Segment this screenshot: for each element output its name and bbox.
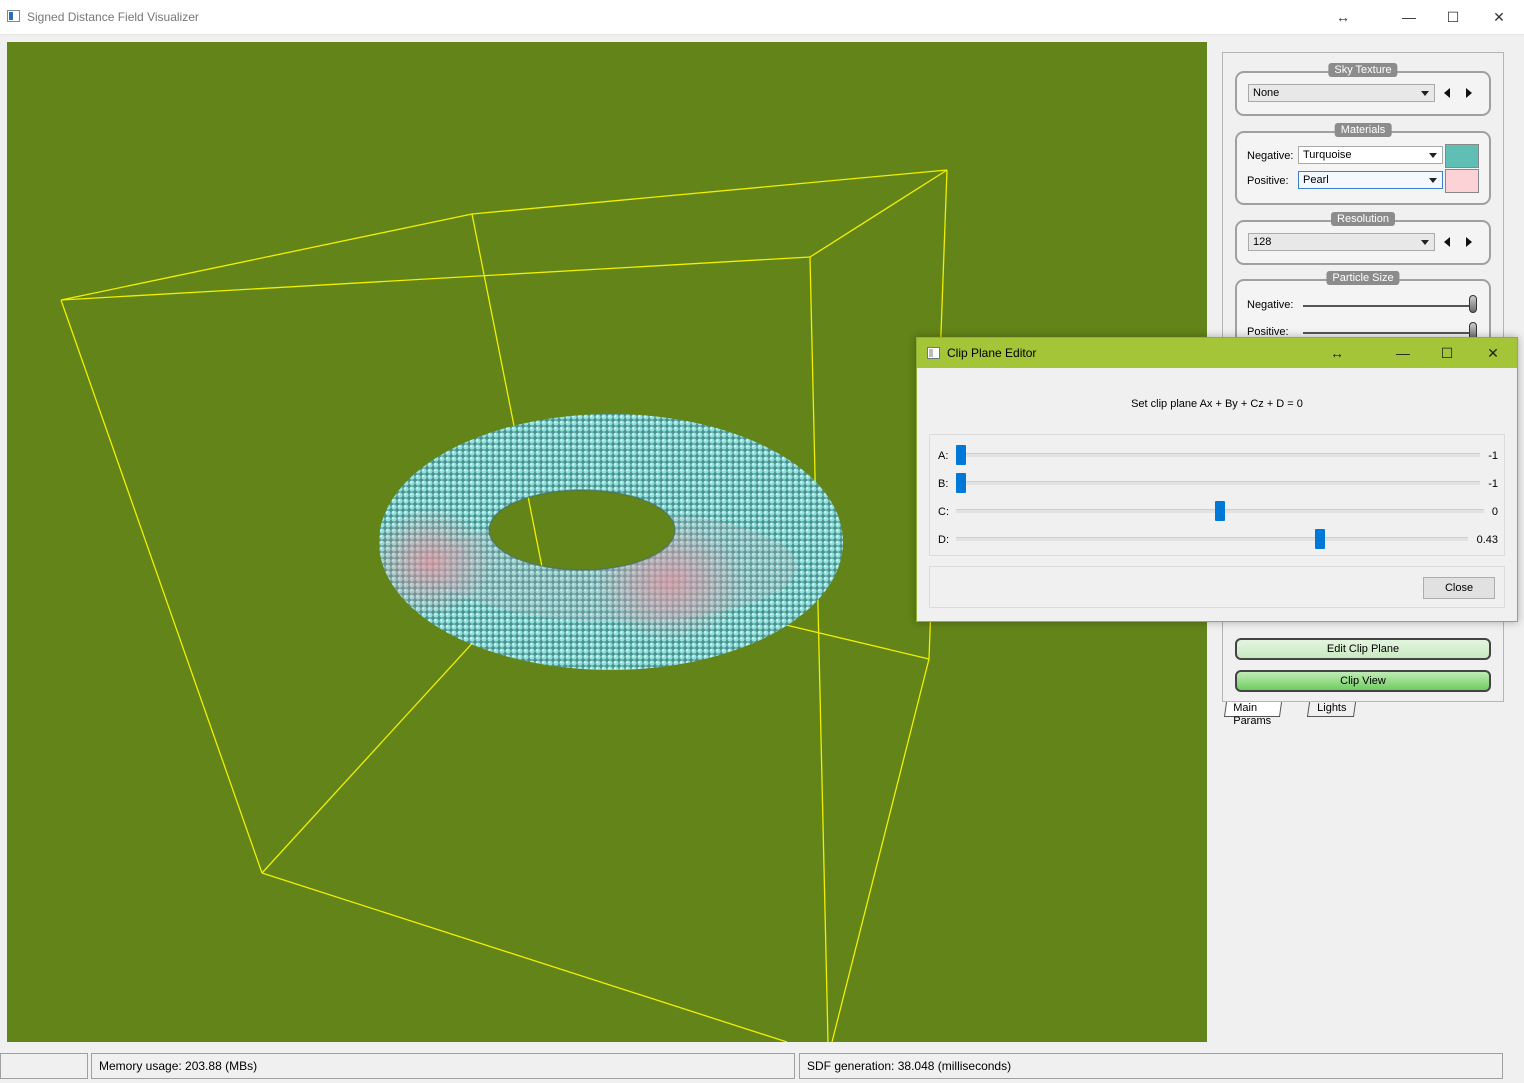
- tab-lights[interactable]: Lights: [1306, 702, 1357, 717]
- slider-b-track[interactable]: [956, 481, 1480, 485]
- slider-b-handle[interactable]: [956, 473, 966, 493]
- app-icon: [7, 10, 20, 22]
- resolution-next-button[interactable]: [1459, 233, 1479, 251]
- positive-color-swatch[interactable]: [1445, 169, 1479, 193]
- chevron-down-icon: [1421, 240, 1429, 245]
- negative-material-label: Negative:: [1247, 150, 1294, 162]
- close-button[interactable]: ✕: [1476, 0, 1522, 34]
- resolution-value: 128: [1253, 236, 1272, 248]
- dialog-close-button[interactable]: ✕: [1471, 338, 1515, 368]
- arrow-left-icon: [1444, 88, 1450, 98]
- particle-size-title: Particle Size: [1326, 271, 1400, 285]
- slider-d-label: D:: [938, 534, 949, 546]
- positive-size-track[interactable]: [1303, 332, 1473, 334]
- clip-plane-editor-dialog: Clip Plane Editor ↔ — ☐ ✕ Set clip plane…: [916, 337, 1518, 622]
- sky-texture-select[interactable]: None: [1248, 84, 1435, 102]
- negative-material-select[interactable]: Turquoise: [1298, 146, 1443, 164]
- resolution-title: Resolution: [1331, 212, 1395, 226]
- tab-main-params[interactable]: Main Params: [1223, 702, 1282, 727]
- materials-group: Materials Negative: Turquoise Positive: …: [1235, 123, 1491, 205]
- edit-clip-plane-button[interactable]: Edit Clip Plane: [1235, 638, 1491, 660]
- materials-title: Materials: [1334, 123, 1392, 137]
- sdf-generation-status: SDF generation: 38.048 (milliseconds): [799, 1053, 1503, 1079]
- sky-texture-value: None: [1253, 87, 1280, 99]
- arrow-left-icon: [1444, 237, 1450, 247]
- arrow-right-icon: [1466, 237, 1472, 247]
- dialog-minimize-button[interactable]: —: [1381, 338, 1425, 368]
- status-empty-field: [0, 1053, 88, 1079]
- negative-size-label: Negative:: [1247, 299, 1294, 311]
- negative-size-handle[interactable]: [1469, 295, 1477, 313]
- dialog-title: Clip Plane Editor: [947, 346, 1037, 360]
- sky-texture-next-button[interactable]: [1459, 84, 1479, 102]
- positive-material-value: Pearl: [1303, 174, 1329, 186]
- torus-particles: [367, 402, 857, 682]
- dialog-maximize-button[interactable]: ☐: [1425, 338, 1469, 368]
- close-button[interactable]: Close: [1423, 577, 1495, 599]
- slider-c-value: 0: [1491, 506, 1498, 518]
- minimize-button[interactable]: —: [1386, 0, 1432, 34]
- sky-texture-group: Sky Texture None: [1235, 63, 1491, 116]
- sky-texture-prev-button[interactable]: [1437, 84, 1457, 102]
- positive-material-select[interactable]: Pearl: [1298, 171, 1443, 189]
- coefficient-sliders: A: -1 B: -1 C: 0 D: 0.43: [929, 434, 1505, 556]
- resolution-prev-button[interactable]: [1437, 233, 1457, 251]
- slider-c-handle[interactable]: [1215, 501, 1225, 521]
- chevron-down-icon: [1429, 178, 1437, 183]
- dialog-icon: [927, 347, 940, 359]
- slider-b-value: -1: [1488, 478, 1498, 490]
- resize-icon[interactable]: ↔: [1315, 338, 1359, 368]
- slider-d-handle[interactable]: [1315, 529, 1325, 549]
- resolution-select[interactable]: 128: [1248, 233, 1435, 251]
- slider-a-track[interactable]: [956, 453, 1480, 457]
- slider-b-label: B:: [938, 478, 949, 490]
- dialog-title-bar: Clip Plane Editor ↔ — ☐ ✕: [917, 338, 1517, 368]
- dialog-button-area: Close: [929, 566, 1505, 608]
- resize-icon[interactable]: ↔: [1320, 0, 1366, 34]
- positive-material-label: Positive:: [1247, 175, 1289, 187]
- clip-view-button[interactable]: Clip View: [1235, 670, 1491, 692]
- slider-a-value: -1: [1488, 450, 1498, 462]
- arrow-right-icon: [1466, 88, 1472, 98]
- sky-texture-title: Sky Texture: [1328, 63, 1398, 77]
- slider-c-label: C:: [938, 506, 949, 518]
- chevron-down-icon: [1429, 153, 1437, 158]
- title-bar: Signed Distance Field Visualizer ↔ — ☐ ✕: [0, 0, 1524, 35]
- slider-d-value: 0.43: [1476, 534, 1498, 546]
- maximize-button[interactable]: ☐: [1430, 0, 1476, 34]
- slider-d-track[interactable]: [956, 537, 1468, 541]
- resolution-group: Resolution 128: [1235, 212, 1491, 265]
- negative-size-track[interactable]: [1303, 305, 1473, 307]
- slider-a-label: A:: [938, 450, 949, 462]
- chevron-down-icon: [1421, 91, 1429, 96]
- status-bar: Memory usage: 203.88 (MBs) SDF generatio…: [0, 1051, 1524, 1083]
- negative-material-value: Turquoise: [1303, 149, 1352, 161]
- negative-color-swatch[interactable]: [1445, 144, 1479, 168]
- slider-a-handle[interactable]: [956, 445, 966, 465]
- clip-plane-equation: Set clip plane Ax + By + Cz + D = 0: [1131, 398, 1303, 410]
- window-title: Signed Distance Field Visualizer: [27, 10, 199, 24]
- memory-usage-status: Memory usage: 203.88 (MBs): [91, 1053, 795, 1079]
